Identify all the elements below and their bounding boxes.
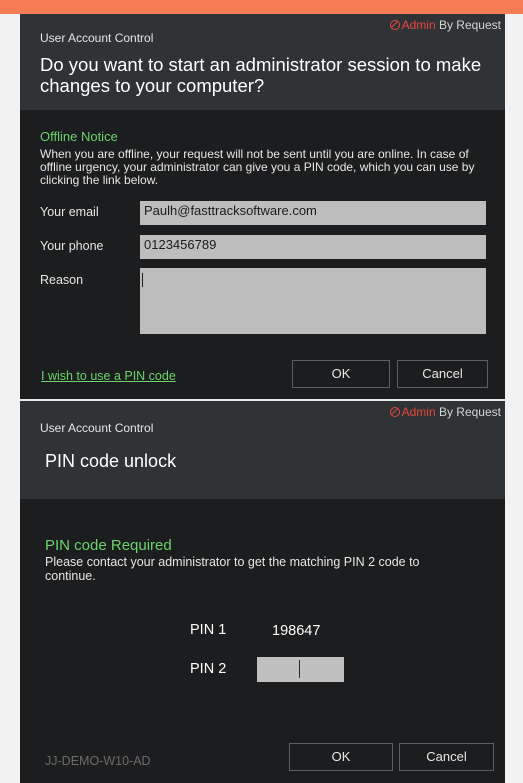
admin-session-dialog: User Account Control Admin By Request Do… xyxy=(20,14,505,399)
background-left-edge xyxy=(0,14,20,783)
ok-button[interactable]: OK xyxy=(289,743,393,771)
cancel-button[interactable]: Cancel xyxy=(399,743,494,771)
dialog-title: PIN code unlock xyxy=(45,451,177,471)
reason-field[interactable] xyxy=(140,268,486,334)
use-pin-code-link[interactable]: I wish to use a PIN code xyxy=(41,369,176,383)
pin-required-title: PIN code Required xyxy=(45,537,172,554)
brand-logo-by-request: By Request xyxy=(435,405,501,419)
dialog-header: User Account Control Admin By Request Do… xyxy=(20,14,505,110)
uac-label: User Account Control xyxy=(40,31,154,45)
phone-field[interactable]: 0123456789 xyxy=(140,235,486,259)
text-caret xyxy=(142,273,143,287)
pin2-input[interactable] xyxy=(257,657,344,682)
uac-label: User Account Control xyxy=(40,421,154,435)
email-label: Your email xyxy=(40,205,99,219)
top-accent-bar xyxy=(0,0,523,14)
pin-code-dialog: User Account Control Admin By Request PI… xyxy=(20,401,505,783)
pin1-label: PIN 1 xyxy=(190,622,227,638)
brand-logo-by-request: By Request xyxy=(435,18,501,32)
cancel-button[interactable]: Cancel xyxy=(397,360,488,388)
offline-notice-text: When you are offline, your request will … xyxy=(40,147,475,187)
pin1-value: 198647 xyxy=(272,623,321,639)
brand-logo-admin: Admin xyxy=(401,405,436,419)
no-entry-icon xyxy=(389,20,400,30)
pin-required-text: Please contact your administrator to get… xyxy=(45,555,420,583)
dialog-header: User Account Control Admin By Request PI… xyxy=(20,401,505,499)
background-right-edge xyxy=(505,14,523,783)
no-entry-icon xyxy=(389,407,400,417)
offline-notice-title: Offline Notice xyxy=(40,129,118,144)
pin2-label: PIN 2 xyxy=(190,661,227,677)
computer-name: JJ-DEMO-W10-AD xyxy=(45,754,151,768)
brand-logo: Admin By Request xyxy=(389,18,501,32)
reason-label: Reason xyxy=(40,273,84,287)
text-caret xyxy=(299,660,300,678)
email-field[interactable]: Paulh@fasttracksoftware.com xyxy=(140,201,486,225)
brand-logo-admin: Admin xyxy=(401,18,436,32)
ok-button[interactable]: OK xyxy=(292,360,390,388)
dialog-question: Do you want to start an administrator se… xyxy=(40,54,482,96)
phone-label: Your phone xyxy=(40,239,104,253)
brand-logo: Admin By Request xyxy=(389,405,501,419)
